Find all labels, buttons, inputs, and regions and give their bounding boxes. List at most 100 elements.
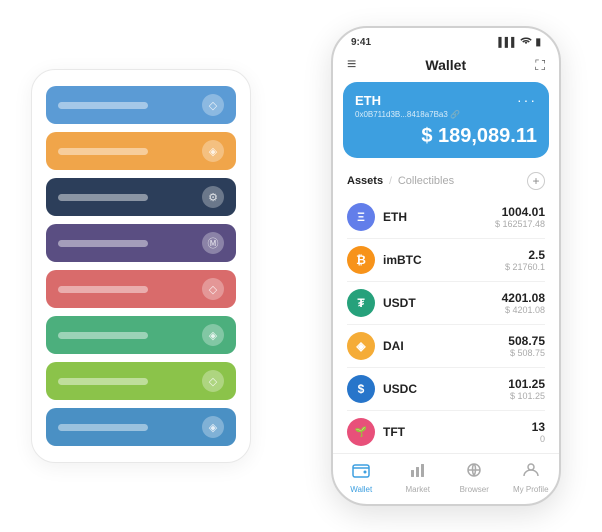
- page-title: Wallet: [425, 57, 466, 73]
- asset-right: 13 0: [532, 420, 545, 444]
- nav-item-profile[interactable]: My Profile: [508, 462, 553, 494]
- asset-left: $ USDC: [347, 375, 417, 403]
- asset-right: 2.5 $ 21760.1: [505, 248, 545, 272]
- asset-amount: 4201.08: [502, 291, 545, 305]
- imbtc-icon: ₿: [347, 246, 375, 274]
- card-icon: ◈: [202, 324, 224, 346]
- asset-name: USDC: [383, 382, 417, 396]
- card-item[interactable]: ◈: [46, 132, 236, 170]
- asset-usd: $ 101.25: [508, 391, 545, 401]
- expand-icon[interactable]: ⛶: [535, 57, 545, 74]
- card-line: [58, 286, 148, 293]
- asset-row-dai[interactable]: ◈ DAI 508.75 $ 508.75: [347, 325, 545, 368]
- asset-amount: 101.25: [508, 377, 545, 391]
- asset-row-usdt[interactable]: ₮ USDT 4201.08 $ 4201.08: [347, 282, 545, 325]
- asset-right: 4201.08 $ 4201.08: [502, 291, 545, 315]
- card-icon: ◈: [202, 416, 224, 438]
- usdc-icon: $: [347, 375, 375, 403]
- nav-item-market[interactable]: Market: [395, 462, 440, 494]
- asset-amount: 508.75: [508, 334, 545, 348]
- signal-icon: ▌▌▌: [498, 37, 517, 47]
- tab-divider: /: [389, 176, 392, 187]
- menu-icon[interactable]: ≡: [347, 56, 356, 74]
- tft-icon: 🌱: [347, 418, 375, 446]
- card-icon: ◇: [202, 370, 224, 392]
- card-icon: ◇: [202, 94, 224, 116]
- status-time: 9:41: [351, 37, 371, 48]
- profile-nav-icon: [522, 462, 540, 483]
- asset-amount: 13: [532, 420, 545, 434]
- card-line: [58, 424, 148, 431]
- asset-usd: $ 21760.1: [505, 262, 545, 272]
- asset-row-imbtc[interactable]: ₿ imBTC 2.5 $ 21760.1: [347, 239, 545, 282]
- asset-row-usdc[interactable]: $ USDC 101.25 $ 101.25: [347, 368, 545, 411]
- phone-header: ≡ Wallet ⛶: [333, 52, 559, 82]
- eth-label: ETH: [355, 93, 381, 108]
- bottom-nav: Wallet Market: [333, 453, 559, 504]
- asset-right: 101.25 $ 101.25: [508, 377, 545, 401]
- wifi-icon: [520, 36, 532, 48]
- dai-icon: ◈: [347, 332, 375, 360]
- card-item[interactable]: ⚙: [46, 178, 236, 216]
- asset-left: ₿ imBTC: [347, 246, 422, 274]
- eth-amount: $ 189,089.11: [355, 125, 537, 148]
- nav-label-wallet: Wallet: [350, 485, 372, 494]
- card-icon: Ⓜ: [202, 232, 224, 254]
- card-line: [58, 240, 148, 247]
- card-line: [58, 332, 148, 339]
- card-item[interactable]: Ⓜ: [46, 224, 236, 262]
- asset-usd: $ 508.75: [508, 348, 545, 358]
- asset-left: 🌱 TFT: [347, 418, 405, 446]
- assets-tabs: Assets / Collectibles: [347, 175, 454, 187]
- card-icon: ⚙: [202, 186, 224, 208]
- card-icon: ◈: [202, 140, 224, 162]
- nav-label-profile: My Profile: [513, 485, 549, 494]
- asset-left: ◈ DAI: [347, 332, 404, 360]
- add-asset-button[interactable]: +: [527, 172, 545, 190]
- asset-left: ₮ USDT: [347, 289, 416, 317]
- nav-item-wallet[interactable]: Wallet: [339, 462, 384, 494]
- card-item[interactable]: ◈: [46, 316, 236, 354]
- asset-name: USDT: [383, 296, 416, 310]
- eth-icon: Ξ: [347, 203, 375, 231]
- card-item[interactable]: ◇: [46, 362, 236, 400]
- usdt-icon: ₮: [347, 289, 375, 317]
- eth-card[interactable]: ETH ··· 0x0B711d3B...8418a7Ba3 🔗 $ 189,0…: [343, 82, 549, 158]
- eth-address: 0x0B711d3B...8418a7Ba3 🔗: [355, 110, 537, 119]
- asset-usd: $ 162517.48: [495, 219, 545, 229]
- card-item[interactable]: ◇: [46, 270, 236, 308]
- nav-item-browser[interactable]: Browser: [452, 462, 497, 494]
- assets-header: Assets / Collectibles +: [333, 168, 559, 196]
- asset-left: Ξ ETH: [347, 203, 407, 231]
- eth-card-top: ETH ···: [355, 92, 537, 108]
- card-icon: ◇: [202, 278, 224, 300]
- asset-usd: $ 4201.08: [502, 305, 545, 315]
- market-nav-icon: [409, 462, 427, 483]
- card-item[interactable]: ◇: [46, 86, 236, 124]
- asset-name: DAI: [383, 339, 404, 353]
- asset-name: ETH: [383, 210, 407, 224]
- battery-icon: ▮: [535, 37, 541, 48]
- status-icons: ▌▌▌ ▮: [498, 36, 541, 48]
- tab-collectibles[interactable]: Collectibles: [398, 175, 454, 187]
- asset-list: Ξ ETH 1004.01 $ 162517.48 ₿ imBTC 2.5 $ …: [333, 196, 559, 453]
- status-bar: 9:41 ▌▌▌ ▮: [333, 28, 559, 52]
- asset-usd: 0: [532, 434, 545, 444]
- asset-right: 1004.01 $ 162517.48: [495, 205, 545, 229]
- eth-options-icon[interactable]: ···: [517, 92, 537, 108]
- card-line: [58, 102, 148, 109]
- card-line: [58, 148, 148, 155]
- asset-name: TFT: [383, 425, 405, 439]
- asset-name: imBTC: [383, 253, 422, 267]
- card-item[interactable]: ◈: [46, 408, 236, 446]
- asset-row-tft[interactable]: 🌱 TFT 13 0: [347, 411, 545, 453]
- card-line: [58, 194, 148, 201]
- tab-assets[interactable]: Assets: [347, 175, 383, 187]
- asset-row-eth[interactable]: Ξ ETH 1004.01 $ 162517.48: [347, 196, 545, 239]
- asset-amount: 2.5: [505, 248, 545, 262]
- wallet-nav-icon: [352, 462, 370, 483]
- browser-nav-icon: [465, 462, 483, 483]
- card-stack: ◇ ◈ ⚙ Ⓜ ◇ ◈ ◇ ◈: [31, 69, 251, 463]
- scene: ◇ ◈ ⚙ Ⓜ ◇ ◈ ◇ ◈: [11, 11, 591, 521]
- asset-right: 508.75 $ 508.75: [508, 334, 545, 358]
